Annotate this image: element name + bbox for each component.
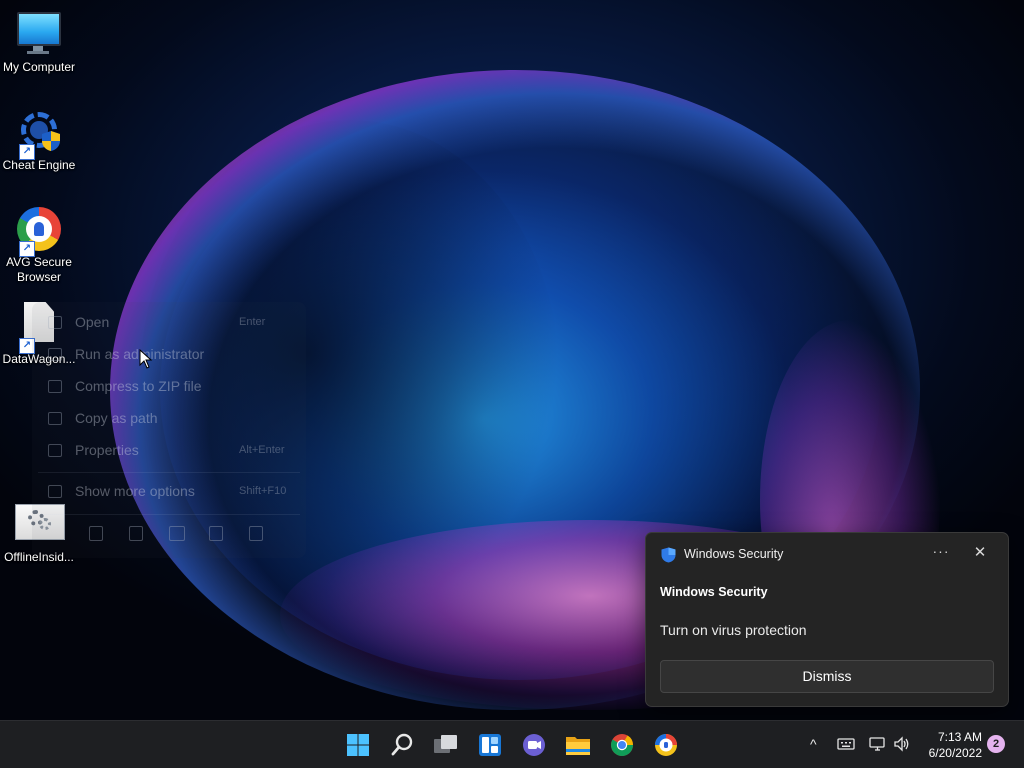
network-icon[interactable] <box>869 736 887 752</box>
context-menu-item-show-more-options[interactable]: Show more options Shift+F10 <box>32 477 306 507</box>
context-menu-item-open[interactable]: Open Enter <box>32 308 306 338</box>
context-menu-item-compress-zip[interactable]: Compress to ZIP file <box>32 372 306 402</box>
monitor-icon <box>15 10 63 58</box>
desktop-icon-label: AVG Secure Browser <box>6 255 72 284</box>
avg-browser-icon[interactable] <box>650 729 682 761</box>
task-view-icon[interactable] <box>430 729 462 761</box>
file-explorer-icon[interactable] <box>562 729 594 761</box>
dismiss-button[interactable]: Dismiss <box>660 660 994 693</box>
notification-count-badge[interactable]: 2 <box>987 735 1005 753</box>
search-icon[interactable] <box>386 729 418 761</box>
context-menu-item-properties[interactable]: Properties Alt+Enter <box>32 436 306 466</box>
desktop-icon-my-computer[interactable]: My Computer <box>0 10 78 75</box>
desktop-icon-avg-secure-browser[interactable]: ↗ AVG Secure Browser <box>0 205 78 285</box>
start-icon[interactable] <box>342 729 374 761</box>
context-menu-shortcut: Alt+Enter <box>239 444 285 456</box>
more-options-icon[interactable]: ··· <box>932 543 950 561</box>
desktop-icon-label: Cheat Engine <box>2 158 76 172</box>
close-icon[interactable]: ✕ <box>971 543 989 561</box>
volume-icon[interactable] <box>893 736 911 752</box>
rename-icon[interactable] <box>169 526 185 541</box>
delete-icon[interactable] <box>249 526 263 541</box>
context-menu-label: Show more options <box>75 483 195 499</box>
desktop-icon-label: My Computer <box>2 60 76 74</box>
context-menu: Open Enter Run as administrator Compress… <box>32 302 306 558</box>
context-menu-label: Copy as path <box>75 410 158 426</box>
properties-icon <box>48 444 62 457</box>
teams-chat-icon[interactable] <box>518 729 550 761</box>
context-menu-separator <box>38 472 300 473</box>
paste-icon[interactable] <box>129 526 143 541</box>
clock-time[interactable]: 7:13 AM <box>920 730 982 744</box>
context-menu-item-copy-as-path[interactable]: Copy as path <box>32 404 306 434</box>
windows-security-shield-icon <box>661 547 676 563</box>
context-menu-separator <box>38 514 300 515</box>
copy-icon[interactable] <box>89 526 103 541</box>
mouse-cursor-icon <box>139 349 153 369</box>
admin-shield-icon <box>48 348 62 361</box>
shortcut-arrow-icon: ↗ <box>19 241 35 257</box>
keyboard-icon[interactable] <box>837 737 855 751</box>
context-menu-label: Compress to ZIP file <box>75 378 202 394</box>
notification-toast: Windows Security ··· ✕ Windows Security … <box>645 532 1009 707</box>
shortcut-arrow-icon: ↗ <box>19 144 35 160</box>
context-menu-shortcut: Enter <box>239 316 266 328</box>
zip-folder-icon <box>48 380 62 393</box>
open-icon <box>48 316 62 329</box>
show-hidden-icons-chevron-icon[interactable]: ^ <box>810 736 817 752</box>
copy-path-icon <box>48 412 62 425</box>
clock-date[interactable]: 6/20/2022 <box>910 746 982 760</box>
notification-title: Windows Security <box>660 585 768 599</box>
cheat-engine-icon: ↗ <box>15 108 63 160</box>
context-menu-item-run-as-admin[interactable]: Run as administrator <box>32 340 306 370</box>
share-icon[interactable] <box>209 526 223 541</box>
avg-browser-icon: ↗ <box>15 205 63 257</box>
notification-app-name: Windows Security <box>684 547 784 561</box>
taskbar: ^ 7:13 AM 6/20/2022 2 <box>0 720 1024 768</box>
context-menu-label: Open <box>75 314 110 330</box>
chrome-icon[interactable] <box>606 729 638 761</box>
desktop-icon-cheat-engine[interactable]: ↗ Cheat Engine <box>0 108 78 173</box>
context-menu-shortcut: Shift+F10 <box>239 485 287 497</box>
widgets-icon[interactable] <box>474 729 506 761</box>
more-options-icon <box>48 485 62 498</box>
notification-body: Turn on virus protection <box>660 622 807 638</box>
context-menu-label: Properties <box>75 442 139 458</box>
